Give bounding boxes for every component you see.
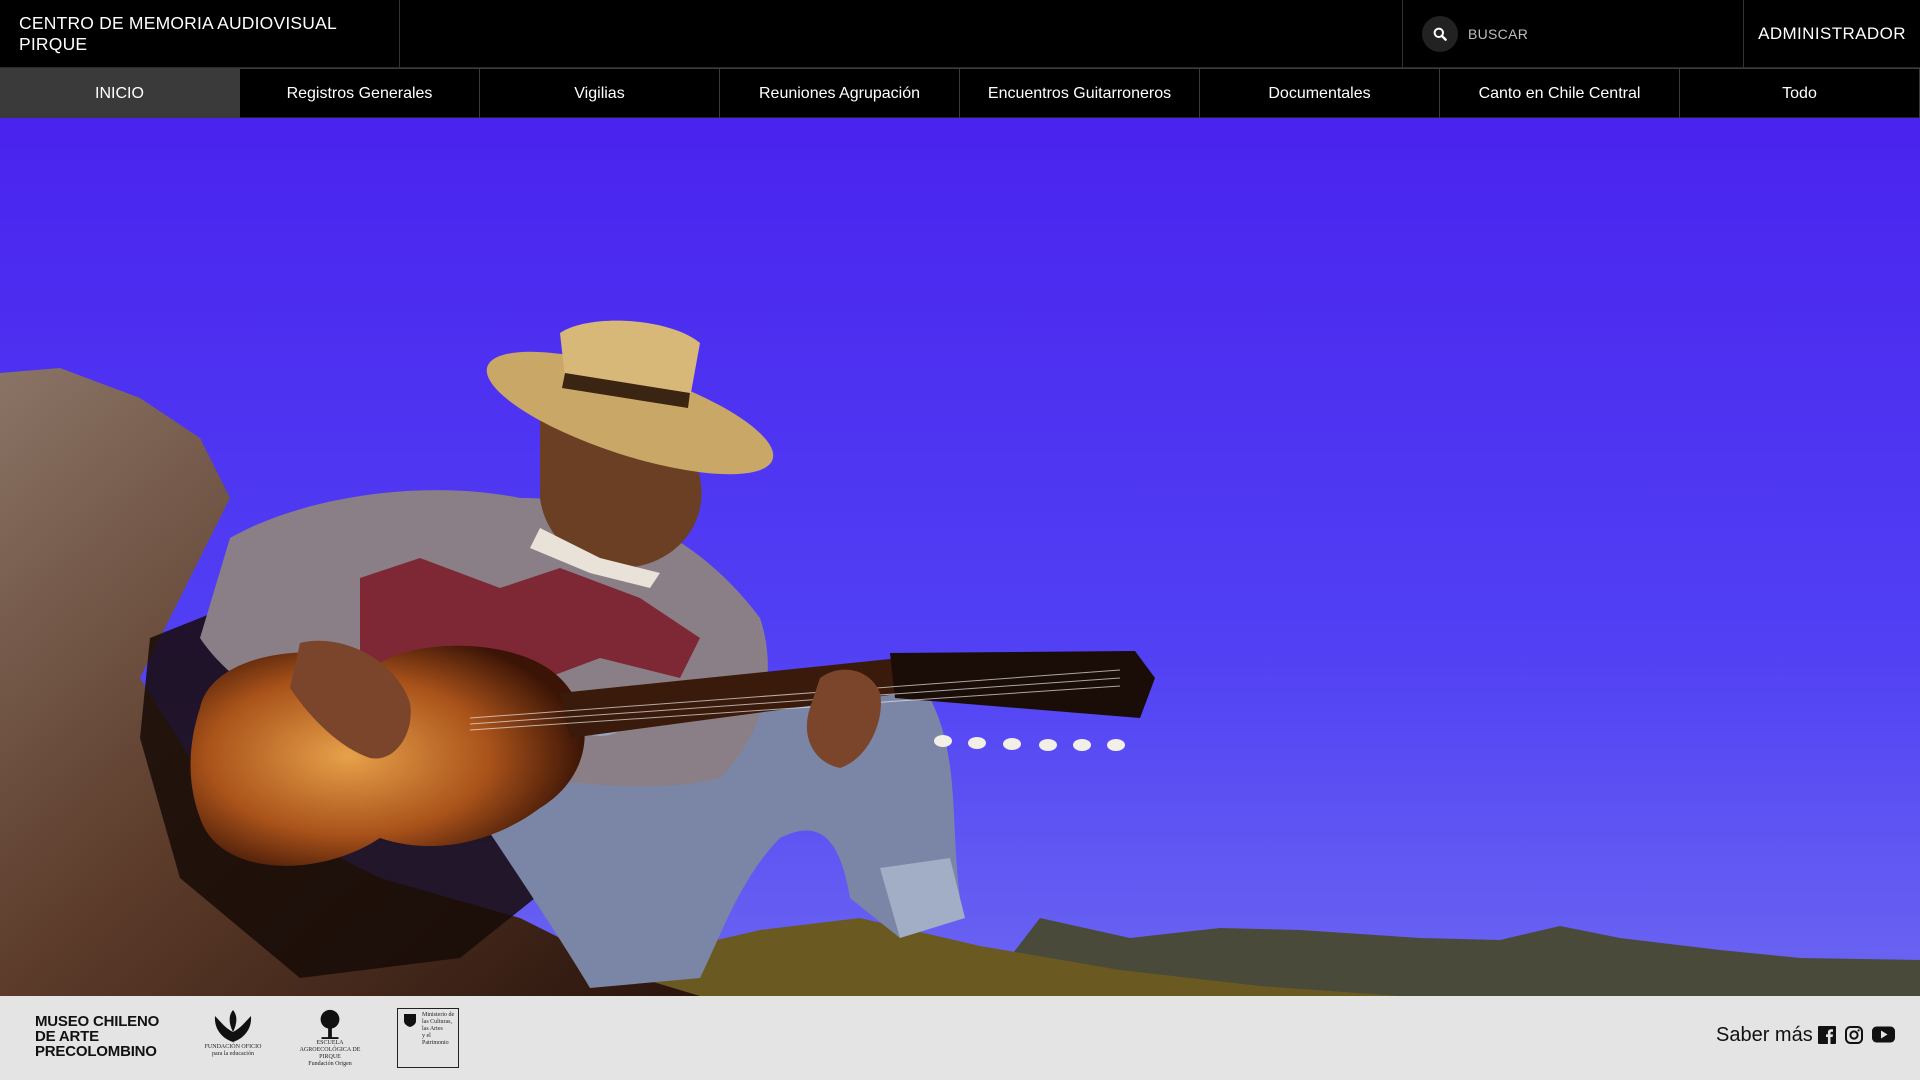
museo-logo-line: PRECOLOMBINO (35, 1043, 157, 1060)
nav-item-todo[interactable]: Todo (1680, 68, 1920, 118)
nav-item-encuentros-guitarroneros[interactable]: Encuentros Guitarroneros (960, 68, 1200, 118)
museo-logo-line: DE ARTE (35, 1028, 99, 1045)
youtube-link[interactable] (1872, 1026, 1896, 1046)
museo-precolombino-logo[interactable]: MUSEO CHILENO DE ARTE PRECOLOMBINO (35, 1014, 159, 1059)
top-bar: CENTRO DE MEMORIA AUDIOVISUAL PIRQUE ADM… (0, 0, 1920, 68)
search-bar (1402, 0, 1744, 68)
site-title[interactable]: CENTRO DE MEMORIA AUDIOVISUAL PIRQUE (0, 0, 400, 68)
nav-item-vigilias[interactable]: Vigilias (480, 68, 720, 118)
search-icon (1433, 27, 1447, 41)
nav-item-reuniones-agrupacion[interactable]: Reuniones Agrupación (720, 68, 960, 118)
saber-mas-link[interactable]: Saber más (1716, 1024, 1813, 1047)
escuela-agroecologica-logo[interactable]: ESCUELA AGROECOLÓGICA DE PIRQUE Fundació… (290, 1008, 370, 1068)
search-input[interactable] (1468, 17, 1728, 51)
logo-caption: y el Patrimonio (422, 1033, 449, 1046)
nav-item-inicio[interactable]: INICIO (0, 68, 240, 118)
fundacion-emblem-icon (214, 1010, 252, 1042)
instagram-icon (1845, 1026, 1863, 1044)
logo-caption: las Artes (422, 1026, 443, 1032)
main-nav: INICIO Registros Generales Vigilias Reun… (0, 68, 1920, 118)
museo-logo-line: MUSEO CHILENO (35, 1013, 160, 1030)
nav-item-canto-chile-central[interactable]: Canto en Chile Central (1440, 68, 1680, 118)
logo-caption: Fundación Origen (308, 1061, 352, 1067)
logo-caption: Ministerio de (422, 1012, 455, 1018)
fundacion-oficio-logo[interactable]: FUNDACIÓN OFICIO para la educación (198, 1008, 268, 1068)
facebook-icon (1818, 1026, 1836, 1044)
nav-item-registros-generales[interactable]: Registros Generales (240, 68, 480, 118)
logo-caption: FUNDACIÓN OFICIO (204, 1044, 262, 1050)
ministerio-culturas-logo[interactable]: Ministerio de las Culturas, las Artes y … (397, 1008, 459, 1068)
nav-item-documentales[interactable]: Documentales (1200, 68, 1440, 118)
facebook-link[interactable] (1818, 1026, 1838, 1046)
logo-caption: ESCUELA (316, 1040, 344, 1046)
search-button[interactable] (1422, 16, 1458, 52)
admin-link[interactable]: ADMINISTRADOR (1744, 0, 1920, 68)
logo-caption: las Culturas, (422, 1019, 452, 1025)
footer: MUSEO CHILENO DE ARTE PRECOLOMBINO FUNDA… (0, 996, 1920, 1080)
logo-caption: para la educación (212, 1051, 254, 1057)
instagram-link[interactable] (1845, 1026, 1865, 1046)
coat-of-arms-icon (404, 1014, 416, 1027)
youtube-icon (1872, 1026, 1895, 1043)
hero-image (0, 118, 1920, 996)
tree-icon (320, 1009, 340, 1040)
logo-caption: AGROECOLÓGICA DE PIRQUE (299, 1047, 361, 1060)
